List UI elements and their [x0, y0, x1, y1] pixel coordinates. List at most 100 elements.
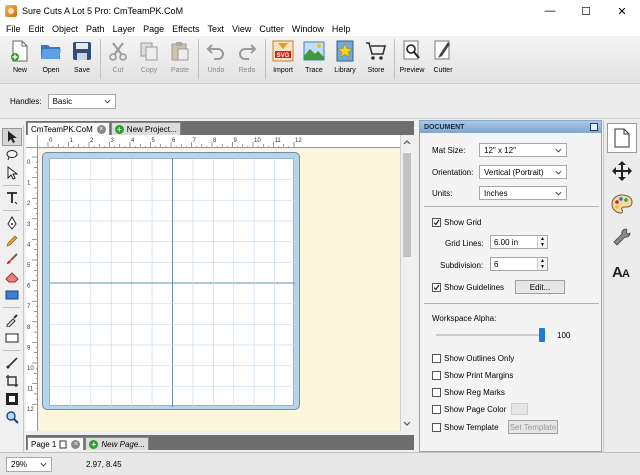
- pencil-tool[interactable]: [2, 232, 22, 250]
- shape-tool[interactable]: [2, 286, 22, 304]
- menu-window[interactable]: Window: [288, 24, 328, 34]
- eyedropper-tool[interactable]: [2, 311, 22, 329]
- show-guidelines-checkbox[interactable]: [432, 283, 441, 292]
- save-button[interactable]: Save: [67, 36, 97, 82]
- spin-arrows-icon[interactable]: ▲ ▼: [537, 258, 547, 270]
- menu-file[interactable]: File: [2, 24, 25, 34]
- document-panel-button[interactable]: [607, 123, 637, 153]
- new-project-tab[interactable]: + New Project...: [110, 122, 181, 135]
- units-select[interactable]: Inches: [479, 186, 567, 200]
- show-template-label: Show Template: [444, 423, 499, 432]
- menu-layer[interactable]: Layer: [109, 24, 140, 34]
- show-page-color-row[interactable]: Show Page Color: [432, 405, 506, 414]
- fill-tool[interactable]: [2, 329, 22, 347]
- orientation-value: Vertical (Portrait): [484, 167, 544, 177]
- tab-project[interactable]: CmTeamPK.CoM ×: [27, 122, 110, 135]
- save-label: Save: [74, 67, 90, 74]
- color-panel-button[interactable]: [607, 189, 637, 219]
- cut-button[interactable]: Cut: [103, 36, 133, 82]
- mat-size-select[interactable]: 12" x 12": [479, 143, 567, 157]
- menu-path[interactable]: Path: [82, 24, 109, 34]
- store-button[interactable]: Store: [361, 36, 391, 82]
- new-page-tab[interactable]: + New Page...: [85, 437, 149, 450]
- tab-page-1[interactable]: Page 1 ×: [27, 437, 85, 450]
- orientation-select[interactable]: Vertical (Portrait): [479, 165, 567, 179]
- blade-cutter-icon: [432, 40, 454, 62]
- show-guidelines-row[interactable]: Show Guidelines: [432, 283, 504, 292]
- edit-guidelines-button[interactable]: Edit...: [515, 280, 565, 294]
- show-page-color-checkbox[interactable]: [432, 405, 441, 414]
- menu-view[interactable]: View: [228, 24, 255, 34]
- knife-tool[interactable]: [2, 354, 22, 372]
- settings-panel-button[interactable]: [607, 222, 637, 252]
- preview-button[interactable]: Preview: [397, 36, 427, 82]
- trace-button[interactable]: Trace: [299, 36, 329, 82]
- redo-button[interactable]: Redo: [232, 36, 262, 82]
- lasso-tool[interactable]: [2, 146, 22, 164]
- crop-tool[interactable]: [2, 372, 22, 390]
- show-template-checkbox[interactable]: [432, 423, 441, 432]
- library-button[interactable]: Library: [330, 36, 360, 82]
- show-grid-checkbox[interactable]: [432, 218, 441, 227]
- zoom-tool[interactable]: [2, 408, 22, 426]
- subdivision-input[interactable]: 6 ▲ ▼: [490, 257, 548, 271]
- open-button[interactable]: Open: [36, 36, 66, 82]
- paste-button[interactable]: Paste: [165, 36, 195, 82]
- transform-panel-button[interactable]: [607, 156, 637, 186]
- import-button[interactable]: SVG Import: [268, 36, 298, 82]
- scroll-up-icon[interactable]: [403, 138, 411, 146]
- menu-cutter[interactable]: Cutter: [255, 24, 288, 34]
- menu-text[interactable]: Text: [203, 24, 228, 34]
- orientation-row: Orientation:: [432, 168, 473, 177]
- scroll-down-icon[interactable]: [403, 420, 411, 428]
- show-reg-marks-row[interactable]: Show Reg Marks: [432, 388, 505, 397]
- minimize-button[interactable]: —: [532, 0, 568, 22]
- handles-select[interactable]: Basic: [47, 94, 116, 109]
- menu-effects[interactable]: Effects: [168, 24, 203, 34]
- grid-lines-input[interactable]: 6.00 in ▲ ▼: [490, 235, 548, 249]
- show-print-margins-row[interactable]: Show Print Margins: [432, 371, 513, 380]
- dock-panel-icon[interactable]: [590, 123, 598, 131]
- design-canvas[interactable]: [39, 149, 400, 431]
- node-edit-tool[interactable]: [2, 164, 22, 182]
- node-pointer-icon: [7, 166, 18, 180]
- zoom-select[interactable]: 29%: [6, 456, 52, 472]
- menu-edit[interactable]: Edit: [25, 24, 49, 34]
- cutter-button[interactable]: Cutter: [428, 36, 458, 82]
- ruler-label: 12: [27, 407, 34, 413]
- show-outlines-checkbox[interactable]: [432, 354, 441, 363]
- eraser-tool[interactable]: [2, 268, 22, 286]
- show-print-margins-checkbox[interactable]: [432, 371, 441, 380]
- copy-button[interactable]: Copy: [134, 36, 164, 82]
- redo-label: Redo: [238, 67, 256, 74]
- menu-help[interactable]: Help: [328, 24, 355, 34]
- menu-page[interactable]: Page: [139, 24, 168, 34]
- vertical-scrollbar[interactable]: [400, 135, 413, 431]
- workspace-alpha-thumb[interactable]: [539, 328, 545, 342]
- show-outlines-row[interactable]: Show Outlines Only: [432, 354, 514, 363]
- panel-switcher: AA: [603, 120, 640, 452]
- maximize-button[interactable]: ☐: [568, 0, 604, 22]
- new-button[interactable]: New: [5, 36, 35, 82]
- brush-tool[interactable]: [2, 250, 22, 268]
- menu-object[interactable]: Object: [48, 24, 82, 34]
- ruler-label: 10: [27, 366, 34, 372]
- scroll-thumb[interactable]: [403, 153, 411, 257]
- set-template-button[interactable]: Set Template: [508, 420, 558, 434]
- workspace-alpha-slider[interactable]: [436, 334, 542, 336]
- spin-arrows-icon[interactable]: ▲ ▼: [537, 236, 547, 248]
- select-tool[interactable]: [2, 128, 22, 146]
- show-reg-marks-checkbox[interactable]: [432, 388, 441, 397]
- text-tool[interactable]: [2, 189, 22, 207]
- close-page-icon[interactable]: ×: [71, 439, 81, 449]
- undo-button[interactable]: Undo: [201, 36, 231, 82]
- close-tab-icon[interactable]: ×: [96, 124, 106, 134]
- show-template-row[interactable]: Show Template: [432, 423, 499, 432]
- warp-tool[interactable]: [2, 390, 22, 408]
- page-color-swatch[interactable]: [511, 403, 528, 415]
- close-button[interactable]: ✕: [604, 0, 640, 22]
- show-grid-row[interactable]: Show Grid: [432, 218, 481, 227]
- pen-tool[interactable]: [2, 214, 22, 232]
- text-panel-button[interactable]: AA: [607, 255, 637, 285]
- plus-icon: +: [114, 124, 124, 134]
